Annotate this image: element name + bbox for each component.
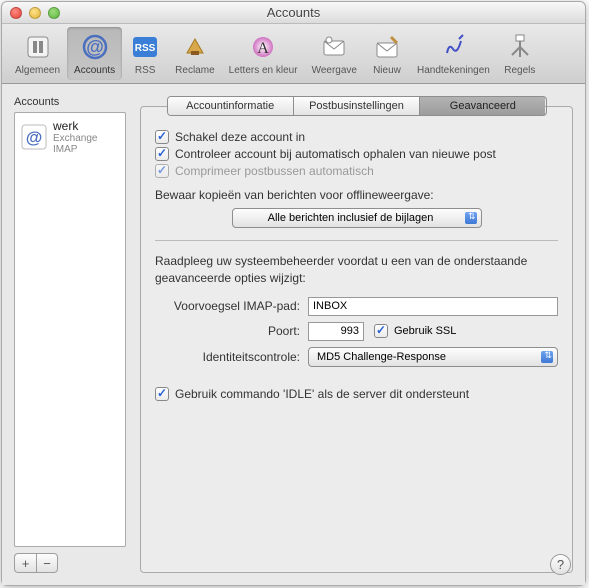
toolbar-handtekeningen-label: Handtekeningen <box>417 65 490 76</box>
advanced-note: Raadpleeg uw systeembeheerder voordat u … <box>155 253 558 287</box>
ssl-label: Gebruik SSL <box>394 325 456 337</box>
toolbar-weergave[interactable]: Weergave <box>305 27 364 80</box>
add-account-button[interactable]: + <box>14 553 36 573</box>
auth-select-value: MD5 Challenge-Response <box>317 351 446 363</box>
svg-text:@: @ <box>26 128 43 147</box>
svg-text:RSS: RSS <box>135 43 156 54</box>
accounts-label: Accounts <box>14 96 126 108</box>
check-mail-checkbox[interactable] <box>155 147 169 161</box>
toolbar-reclame-label: Reclame <box>175 65 214 76</box>
toolbar-nieuw-label: Nieuw <box>373 65 401 76</box>
tab-accountinfo[interactable]: Accountinformatie <box>168 97 294 115</box>
tab-geavanceerd[interactable]: Geavanceerd <box>420 97 545 115</box>
compose-icon <box>371 31 403 63</box>
svg-text:@: @ <box>86 37 104 57</box>
rss-icon: RSS <box>129 31 161 63</box>
svg-text:A: A <box>257 40 269 57</box>
toolbar-general[interactable]: Algemeen <box>8 27 67 80</box>
enable-account-label: Schakel deze account in <box>175 130 305 144</box>
offline-select-value: Alle berichten inclusief de bijlagen <box>268 212 434 224</box>
help-icon: ? <box>557 557 564 572</box>
accounts-list[interactable]: @ werk Exchange IMAP <box>14 112 126 547</box>
ssl-checkbox[interactable] <box>374 324 388 338</box>
offline-select[interactable]: Alle berichten inclusief de bijlagen <box>232 208 482 228</box>
separator <box>155 240 558 241</box>
check-mail-label: Controleer account bij automatisch ophal… <box>175 147 496 161</box>
fonts-icon: A <box>247 31 279 63</box>
switch-icon <box>22 31 54 63</box>
toolbar-general-label: Algemeen <box>15 65 60 76</box>
advanced-panel: Schakel deze account in Controleer accou… <box>140 106 573 573</box>
help-button[interactable]: ? <box>550 554 571 575</box>
account-type: Exchange IMAP <box>53 133 119 155</box>
imap-prefix-input[interactable] <box>308 297 558 316</box>
toolbar-accounts[interactable]: @ Accounts <box>67 27 122 80</box>
toolbar-reclame[interactable]: Reclame <box>168 27 221 80</box>
toolbar-letters[interactable]: A Letters en kleur <box>222 27 305 80</box>
idle-label: Gebruik commando 'IDLE' als de server di… <box>175 387 469 401</box>
account-item[interactable]: @ werk Exchange IMAP <box>15 113 125 161</box>
idle-checkbox[interactable] <box>155 387 169 401</box>
compress-label: Comprimeer postbussen automatisch <box>175 164 374 178</box>
enable-account-checkbox[interactable] <box>155 130 169 144</box>
offline-label: Bewaar kopieën van berichten voor offlin… <box>155 188 558 202</box>
toolbar-letters-label: Letters en kleur <box>229 65 298 76</box>
toolbar-accounts-label: Accounts <box>74 65 115 76</box>
junk-icon <box>179 31 211 63</box>
port-input[interactable] <box>308 322 364 341</box>
auth-label: Identiteitscontrole: <box>155 350 300 364</box>
imap-prefix-label: Voorvoegsel IMAP-pad: <box>155 299 300 313</box>
auth-select[interactable]: MD5 Challenge-Response <box>308 347 558 367</box>
port-label: Poort: <box>155 324 300 338</box>
tabs: Accountinformatie Postbusinstellingen Ge… <box>167 96 547 116</box>
toolbar-regels[interactable]: Regels <box>497 27 543 80</box>
titlebar: Accounts <box>2 2 585 24</box>
toolbar-weergave-label: Weergave <box>312 65 357 76</box>
rules-icon <box>504 31 536 63</box>
remove-account-button[interactable]: − <box>36 553 58 573</box>
at-icon: @ <box>21 124 47 150</box>
signature-icon <box>437 31 469 63</box>
tab-postbus[interactable]: Postbusinstellingen <box>294 97 420 115</box>
toolbar-rss-label: RSS <box>135 65 156 76</box>
toolbar-rss[interactable]: RSS RSS <box>122 27 168 80</box>
toolbar-nieuw[interactable]: Nieuw <box>364 27 410 80</box>
compress-checkbox <box>155 164 169 178</box>
window-title: Accounts <box>2 5 585 20</box>
toolbar: Algemeen @ Accounts RSS RSS Reclame A Le… <box>2 24 585 84</box>
toolbar-handtekeningen[interactable]: Handtekeningen <box>410 27 497 80</box>
viewing-icon <box>318 31 350 63</box>
account-name: werk <box>53 119 119 133</box>
at-icon: @ <box>79 31 111 63</box>
toolbar-regels-label: Regels <box>504 65 535 76</box>
